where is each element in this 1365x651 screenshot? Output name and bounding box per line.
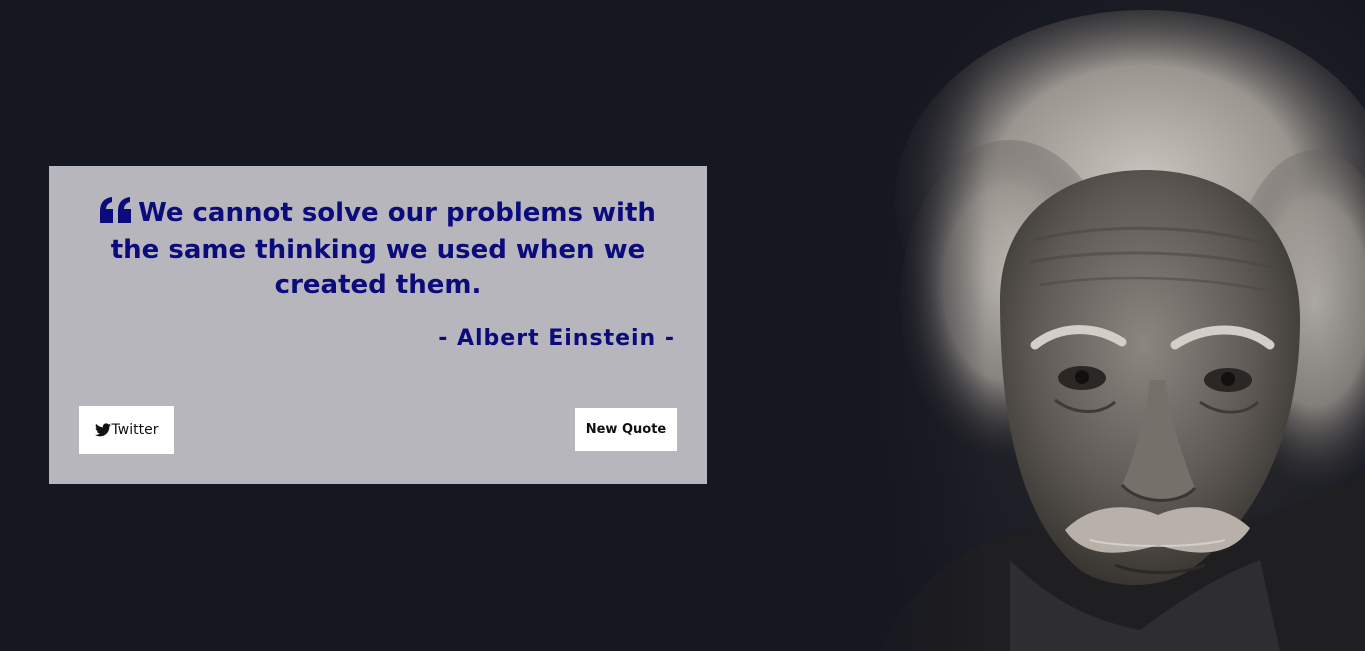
twitter-button-label: Twitter [111,422,159,438]
new-quote-button[interactable]: New Quote [575,408,677,451]
quote-body: We cannot solve our problems with the sa… [110,198,656,300]
einstein-portrait-image [860,0,1365,651]
twitter-bird-icon [94,423,111,437]
quote-author: - Albert Einstein - [438,326,675,351]
quote-text: We cannot solve our problems with the sa… [99,196,657,303]
quote-card: We cannot solve our problems with the sa… [49,166,707,484]
quote-left-icon [100,197,132,233]
twitter-button[interactable]: Twitter [79,406,174,454]
einstein-portrait [860,0,1365,651]
